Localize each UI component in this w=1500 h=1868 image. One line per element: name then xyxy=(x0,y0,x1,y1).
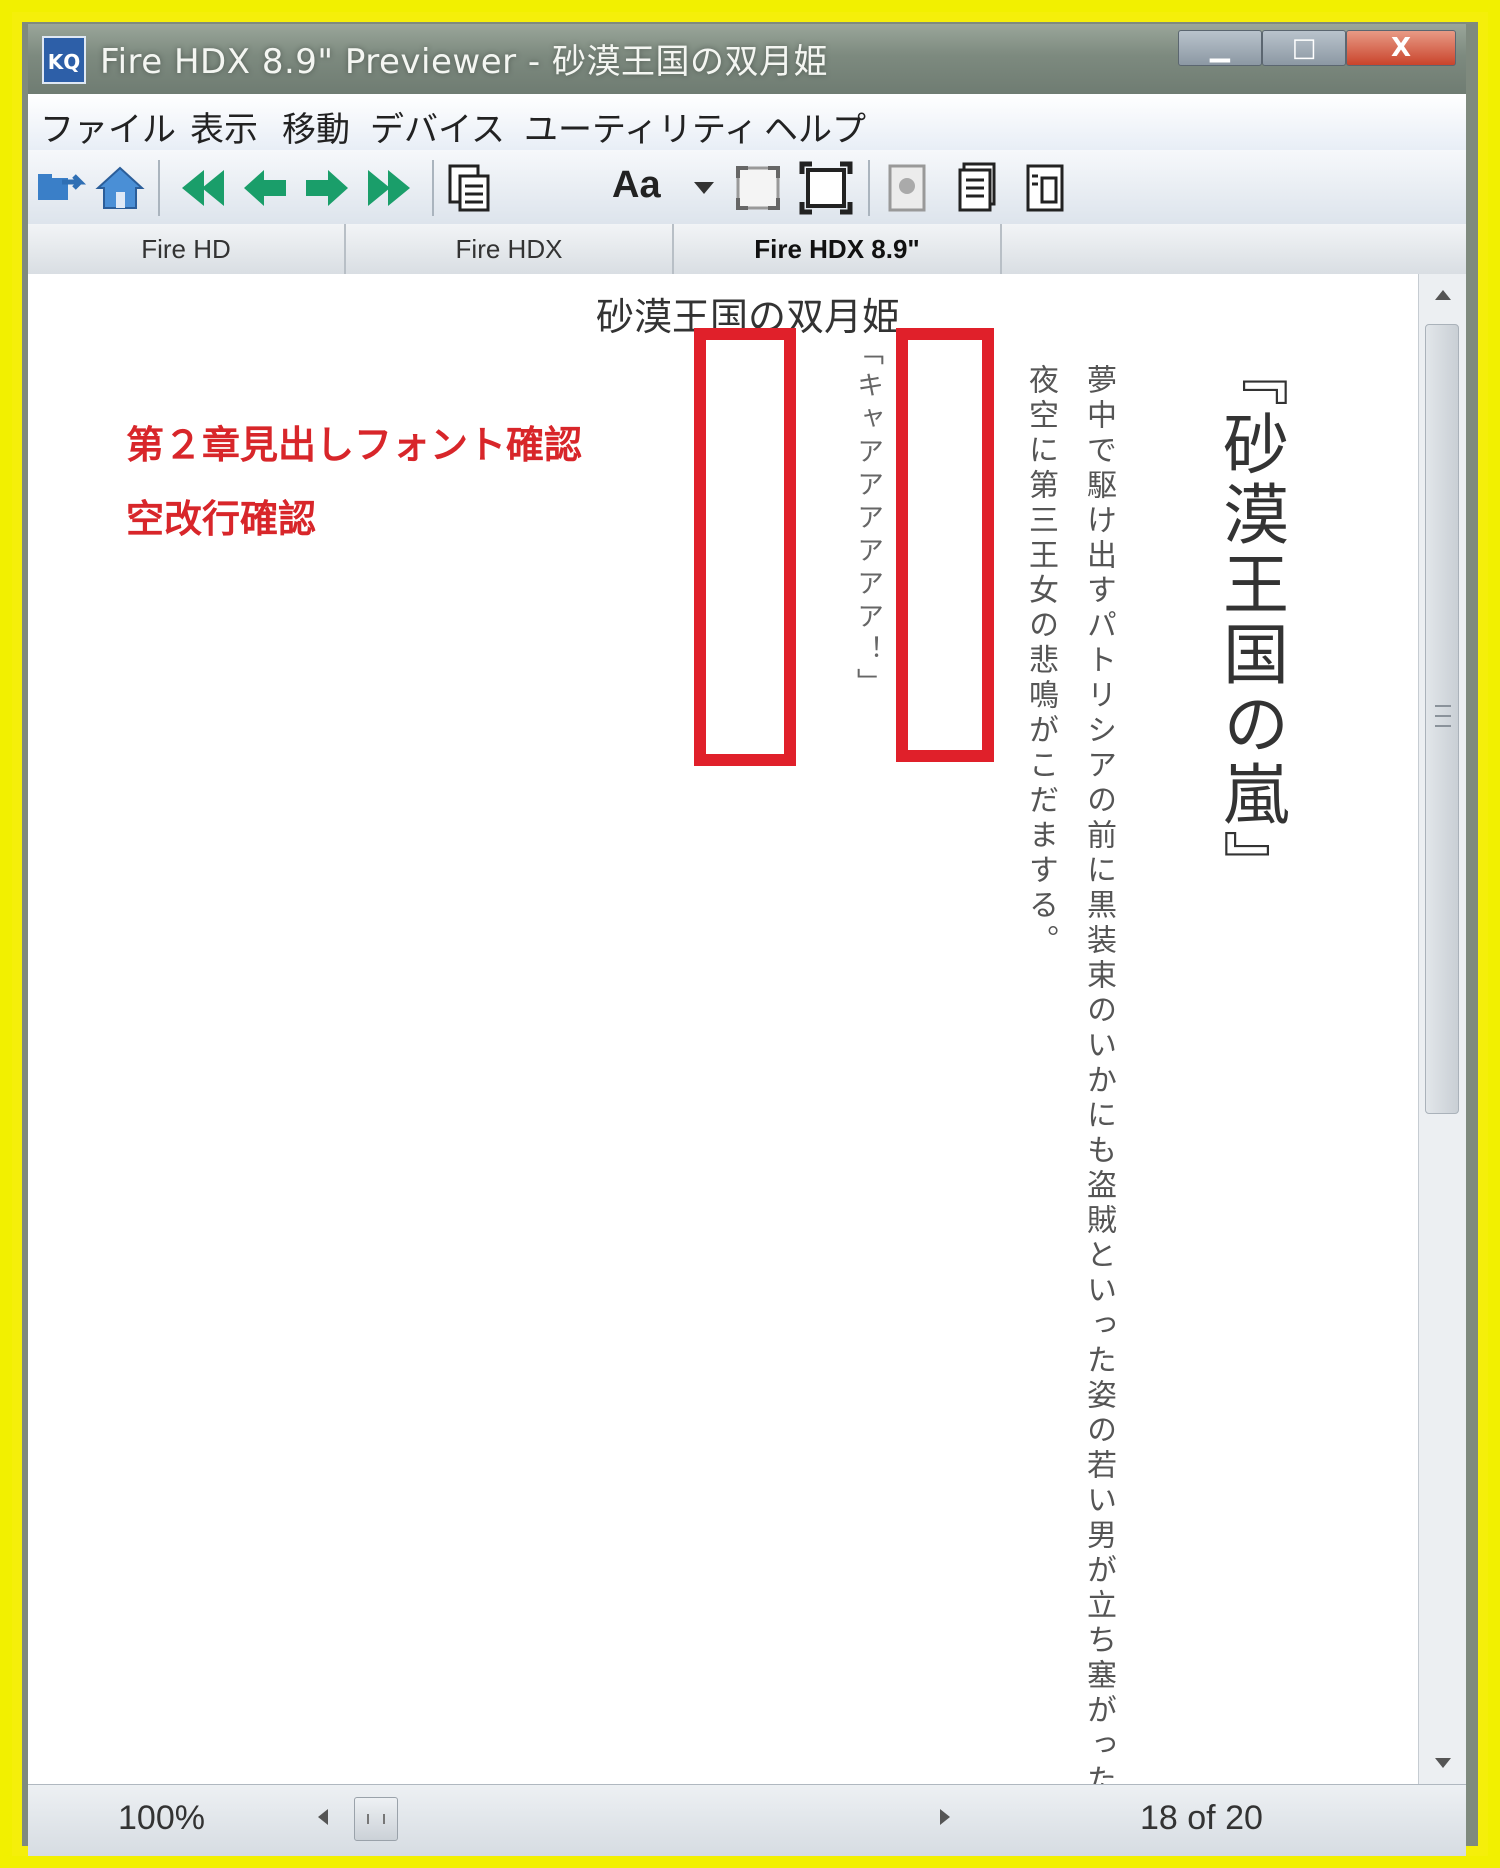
grip-icon xyxy=(1435,705,1451,727)
blank-line-highlight-box xyxy=(896,328,994,762)
maximize-button[interactable]: □ xyxy=(1262,30,1346,66)
zoom-level: 100% xyxy=(118,1799,205,1837)
menu-bar: ファイル 表示 移動 デバイス ユーティリティ ヘルプ xyxy=(28,94,1466,151)
annotation-blank-line-check: 空改行確認 xyxy=(126,497,317,541)
minimize-button[interactable]: ▁ xyxy=(1178,30,1262,66)
toolbar-separator xyxy=(432,160,434,216)
tab-fire-hdx[interactable]: Fire HDX xyxy=(346,224,674,274)
scroll-right-arrow-icon[interactable] xyxy=(940,1809,950,1825)
menu-file[interactable]: ファイル xyxy=(40,102,176,151)
status-bar: 100% 18 of 20 xyxy=(28,1784,1466,1856)
vertical-scrollbar[interactable] xyxy=(1418,274,1466,1784)
toolbar-separator xyxy=(868,160,870,216)
open-icon[interactable] xyxy=(32,160,88,216)
page-indicator: 18 of 20 xyxy=(1140,1799,1263,1837)
preview-page: 砂漠王国の双月姫 第２章見出しフォント確認 空改行確認 『砂漠王国の嵐』 夢中で… xyxy=(28,274,1418,1834)
body-text-line: 夢中で駆け出すパトリシアの前に黒装束のいかにも盗賊といった姿の若い男が立ち塞がっ… xyxy=(1081,364,1116,1834)
tab-fire-hd[interactable]: Fire HD xyxy=(28,224,346,274)
title-bar[interactable]: KQ Fire HDX 8.9" Previewer - 砂漠王国の双月姫 ▁ … xyxy=(28,24,1466,94)
toolbar-separator xyxy=(158,160,160,216)
full-screen-icon[interactable] xyxy=(798,160,854,216)
scrollbar-thumb[interactable] xyxy=(1425,324,1459,1114)
single-page-icon[interactable] xyxy=(950,160,1006,216)
device-tabs: Fire HD Fire HDX Fire HDX 8.9" xyxy=(28,224,1466,275)
menu-help[interactable]: ヘルプ xyxy=(764,102,866,151)
close-button[interactable]: X xyxy=(1346,30,1456,66)
page-slider-thumb[interactable] xyxy=(354,1797,398,1841)
scroll-left-arrow-icon[interactable] xyxy=(318,1809,328,1825)
chevron-down-icon[interactable] xyxy=(694,182,714,194)
previous-page-icon[interactable] xyxy=(238,160,294,216)
menu-device[interactable]: デバイス xyxy=(370,102,505,151)
two-page-icon[interactable] xyxy=(1018,160,1074,216)
next-page-icon[interactable] xyxy=(298,160,354,216)
app-icon: KQ xyxy=(42,36,86,84)
chapter-title: 『砂漠王国の嵐』 xyxy=(1212,340,1289,900)
previewer-window: KQ Fire HDX 8.9" Previewer - 砂漠王国の双月姫 ▁ … xyxy=(28,24,1466,1856)
first-page-icon[interactable] xyxy=(174,160,230,216)
scroll-up-arrow-icon[interactable] xyxy=(1419,274,1466,314)
scroll-down-arrow-icon[interactable] xyxy=(1419,1744,1466,1784)
home-icon[interactable] xyxy=(92,160,148,216)
menu-utility[interactable]: ユーティリティ xyxy=(524,102,758,151)
menu-view[interactable]: 表示 xyxy=(190,102,258,151)
tab-fire-hdx-8-9[interactable]: Fire HDX 8.9" xyxy=(674,224,1002,274)
last-page-icon[interactable] xyxy=(362,160,418,216)
dialogue-line: 「キャアアアアアア！」 xyxy=(852,338,883,701)
annotation-heading-font-check: 第２章見出しフォント確認 xyxy=(126,423,583,467)
window-title: Fire HDX 8.9" Previewer - 砂漠王国の双月姫 xyxy=(100,42,828,82)
document-icon[interactable] xyxy=(442,160,498,216)
fit-page-icon[interactable] xyxy=(730,160,786,216)
body-text-line: 夜空に第三王女の悲鳴がこだまする。 xyxy=(1023,364,1058,959)
page-icon[interactable] xyxy=(880,160,936,216)
toolbar: Aa xyxy=(28,150,1466,225)
blank-line-highlight-box xyxy=(694,328,796,766)
menu-go[interactable]: 移動 xyxy=(282,102,350,151)
font-size-button[interactable]: Aa xyxy=(612,164,661,207)
